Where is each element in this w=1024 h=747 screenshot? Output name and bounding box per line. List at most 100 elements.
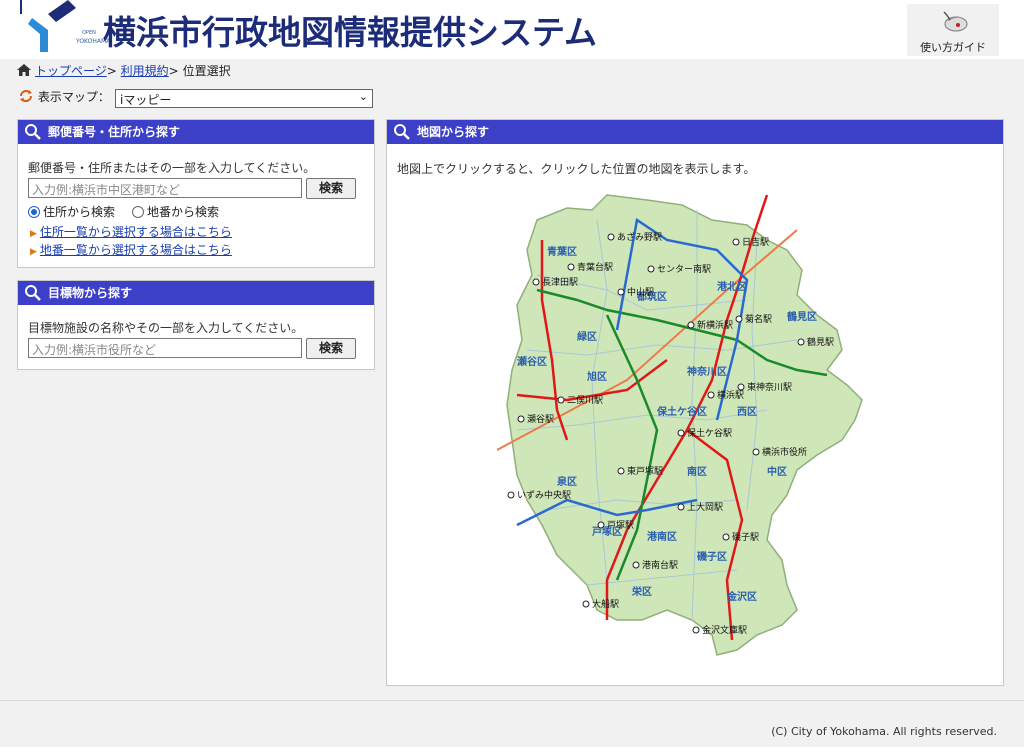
- radio-address[interactable]: 住所から検索: [28, 203, 115, 220]
- station-marker: [617, 288, 625, 296]
- map-search-panel: 地図から探す 地図上でクリックすると、クリックした位置の地図を表示します。 青葉…: [386, 119, 1004, 686]
- landmark-search-input[interactable]: 入力例:横浜市役所など: [28, 338, 302, 358]
- landmark-search-panel: 目標物から探す 目標物施設の名称やその一部を入力してください。 入力例:横浜市役…: [17, 280, 375, 370]
- station-label: 磯子駅: [732, 531, 759, 543]
- ward-label: 南区: [687, 465, 707, 478]
- ward-label: 旭区: [586, 370, 607, 383]
- footer: (C) City of Yokohama. All rights reserve…: [0, 700, 1024, 747]
- landmark-search-button[interactable]: 検索: [306, 338, 356, 359]
- station-label: 戸塚駅: [607, 520, 634, 531]
- landmark-hint: 目標物施設の名称やその一部を入力してください。: [28, 321, 304, 335]
- ward-label: 緑区: [577, 330, 597, 343]
- ward-label: 鶴見区: [787, 310, 817, 323]
- station-marker: [797, 338, 805, 346]
- lot-list-link[interactable]: 地番一覧から選択する場合はこちら: [40, 243, 232, 257]
- lot-list-link-row: ▶ 地番一覧から選択する場合はこちら: [30, 241, 232, 258]
- station-marker: [517, 415, 525, 423]
- station-label: 日吉駅: [742, 237, 769, 248]
- station-marker: [732, 238, 740, 246]
- breadcrumb-terms-link[interactable]: 利用規約: [121, 64, 169, 78]
- station-label: 横浜市役所: [762, 446, 807, 458]
- station-marker: [647, 265, 655, 273]
- station-label: 長津田駅: [542, 277, 578, 288]
- map-panel-title: 地図から探す: [417, 125, 490, 139]
- map-selector: 表示マップ： iマッピー ⌄: [18, 88, 373, 108]
- station-marker: [707, 391, 715, 399]
- address-search-panel: 郵便番号・住所から探す 郵便番号・住所またはその一部を入力してください。 入力例…: [17, 119, 375, 268]
- station-marker: [737, 383, 745, 391]
- breadcrumb-top-link[interactable]: トップページ: [35, 64, 107, 78]
- station-marker: [507, 491, 515, 499]
- station-label: 大船駅: [592, 598, 619, 610]
- station-label: 青葉台駅: [577, 261, 613, 273]
- ward-label: 金沢区: [726, 590, 757, 603]
- ward-label: 磯子区: [697, 550, 727, 563]
- radio-lot-label: 地番から検索: [147, 205, 220, 219]
- station-label: 保土ケ谷駅: [687, 427, 732, 439]
- station-marker: [677, 503, 685, 511]
- map-select-label: 表示マップ：: [37, 90, 110, 104]
- station-label: 東戸塚駅: [627, 465, 663, 477]
- ward-label: 瀬谷区: [517, 355, 547, 368]
- search-icon: [394, 124, 410, 140]
- radio-address-label: 住所から検索: [43, 205, 116, 219]
- map-hint: 地図上でクリックすると、クリックした位置の地図を表示します。: [397, 162, 756, 176]
- station-marker: [632, 561, 640, 569]
- station-label: 瀬谷駅: [527, 413, 554, 425]
- guide-button[interactable]: 使い方ガイド: [907, 4, 999, 56]
- open-yokohama-logo[interactable]: OPEN YOKOHAMA: [20, 0, 110, 56]
- landmark-panel-title: 目標物から探す: [48, 286, 133, 300]
- station-label: 金沢文庫駅: [702, 624, 747, 636]
- city-outline: [506, 194, 863, 656]
- station-marker: [582, 600, 590, 608]
- address-search-button[interactable]: 検索: [306, 178, 356, 199]
- breadcrumb-separator: >: [168, 64, 179, 78]
- chevron-down-icon: ⌄: [358, 90, 368, 103]
- address-list-link[interactable]: 住所一覧から選択する場合はこちら: [40, 225, 232, 239]
- arrow-right-icon: ▶: [30, 229, 37, 239]
- landmark-panel-header: 目標物から探す: [18, 281, 374, 305]
- station-marker: [687, 321, 695, 329]
- ward-label: 中区: [767, 465, 787, 478]
- station-marker: [735, 315, 743, 323]
- station-label: 港南台駅: [642, 559, 678, 571]
- search-icon: [25, 124, 41, 140]
- station-label: 二俣川駅: [567, 394, 603, 406]
- address-list-link-row: ▶ 住所一覧から選択する場合はこちら: [30, 223, 232, 240]
- ward-label: 栄区: [631, 585, 652, 598]
- station-marker: [752, 448, 760, 456]
- breadcrumb: トップページ> 利用規約> 位置選択: [17, 62, 231, 78]
- copyright: (C) City of Yokohama. All rights reserve…: [771, 725, 997, 738]
- search-icon: [25, 285, 41, 301]
- guide-label: 使い方ガイド: [920, 41, 986, 54]
- refresh-icon: [20, 90, 32, 102]
- yokohama-clickable-map[interactable]: 青葉区 都筑区 港北区 鶴見区 緑区 神奈川区 瀬谷区 旭区 保土ケ谷区 西区 中区 泉区 南区 戸塚区港…: [496, 180, 887, 680]
- station-label: 東神奈川駅: [747, 381, 792, 393]
- arrow-right-icon: ▶: [30, 247, 37, 257]
- map-select-dropdown[interactable]: iマッピー ⌄: [115, 89, 373, 108]
- ward-label: 泉区: [556, 475, 577, 488]
- station-label: 横浜駅: [717, 389, 744, 401]
- home-icon: [17, 64, 31, 76]
- ward-label: 神奈川区: [687, 365, 727, 378]
- station-marker: [597, 521, 605, 529]
- address-search-input[interactable]: 入力例:横浜市中区港町など: [28, 178, 302, 198]
- ward-label: 西区: [737, 406, 757, 418]
- station-label: 上大岡駅: [687, 501, 723, 513]
- station-marker: [532, 278, 540, 286]
- station-label: 中山駅: [627, 286, 654, 298]
- ward-label: 港北区: [717, 280, 747, 293]
- station-label: 鶴見駅: [807, 336, 834, 348]
- header: OPEN YOKOHAMA 横浜市行政地図情報提供システム 使い方ガイド: [0, 0, 1024, 59]
- station-marker: [607, 233, 615, 241]
- radio-lot[interactable]: 地番から検索: [132, 203, 219, 220]
- station-label: センター南駅: [657, 263, 711, 275]
- mouse-icon: [943, 11, 968, 32]
- station-label: あざみ野駅: [617, 231, 662, 243]
- site-title: 横浜市行政地図情報提供システム: [103, 13, 598, 52]
- station-label: 菊名駅: [745, 313, 772, 325]
- address-hint: 郵便番号・住所またはその一部を入力してください。: [28, 161, 316, 175]
- station-label: 新横浜駅: [697, 319, 733, 331]
- station-marker: [617, 467, 625, 475]
- station-label: いずみ中央駅: [517, 489, 571, 501]
